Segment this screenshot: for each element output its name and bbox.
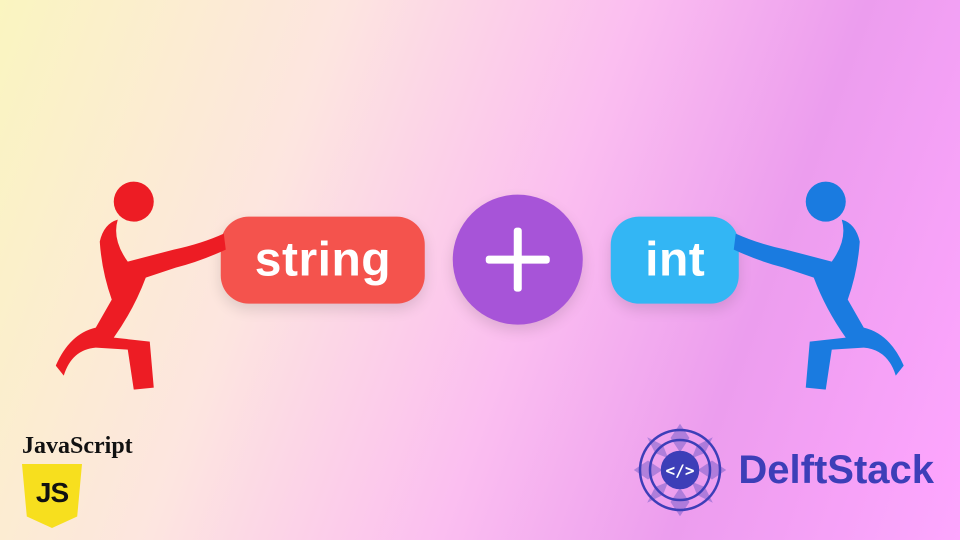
svg-text:</>: </> xyxy=(666,461,695,480)
pushing-figure-red xyxy=(56,180,236,395)
javascript-shield-icon: JS xyxy=(22,464,82,528)
javascript-badge: JavaScript JS xyxy=(22,433,133,528)
plus-icon xyxy=(486,228,550,292)
javascript-label: JavaScript xyxy=(22,433,133,460)
int-label: int xyxy=(645,233,705,286)
js-shield-text: JS xyxy=(36,477,68,509)
string-pill: string xyxy=(221,216,425,303)
pushing-figure-blue xyxy=(724,180,904,395)
int-pill: int xyxy=(611,216,739,303)
concat-diagram: string int xyxy=(221,195,739,325)
delftstack-brand-text: DelftStack xyxy=(738,448,934,493)
delftstack-logo: </> DelftStack xyxy=(632,422,934,518)
plus-operator-circle xyxy=(453,195,583,325)
delftstack-mandala-icon: </> xyxy=(632,422,728,518)
string-label: string xyxy=(255,233,391,286)
